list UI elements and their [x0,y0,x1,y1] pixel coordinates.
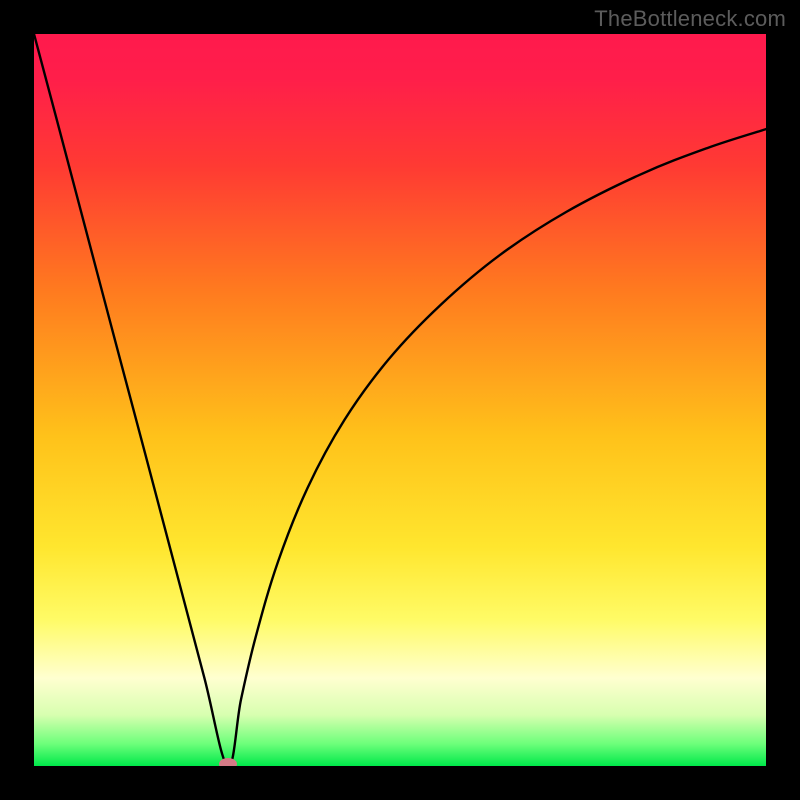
watermark-label: TheBottleneck.com [594,6,786,32]
plot-area [34,34,766,766]
bottleneck-curve [34,34,766,766]
chart-frame: TheBottleneck.com [0,0,800,800]
